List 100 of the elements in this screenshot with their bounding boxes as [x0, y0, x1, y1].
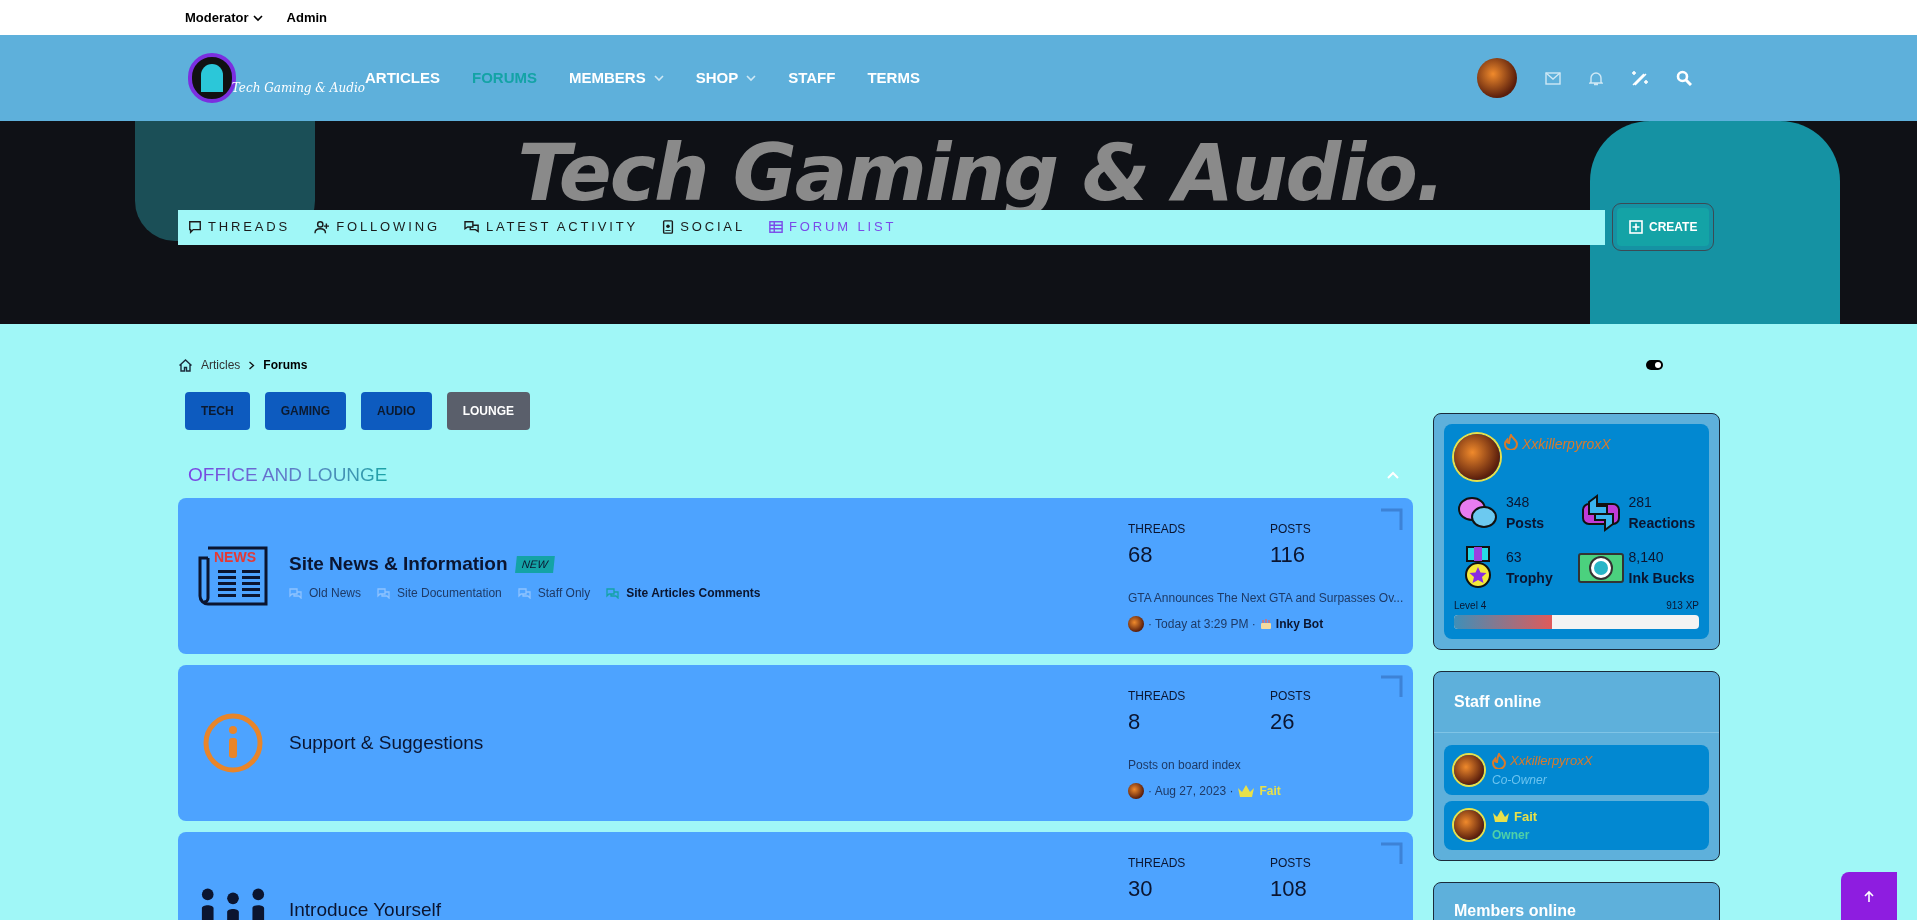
subforum-link[interactable]: Staff Only: [517, 584, 591, 603]
nav-tab[interactable]: SHOP: [695, 66, 757, 90]
nav-tab[interactable]: STAFF: [788, 66, 836, 90]
last-post-user[interactable]: Inky Bot: [1275, 615, 1324, 633]
sub-nav-tab[interactable]: FORUM LIST: [768, 217, 897, 237]
category-button[interactable]: GAMING: [264, 392, 346, 430]
crown-icon: [1492, 809, 1510, 824]
stat-label: Reactions: [1628, 514, 1696, 533]
stat-value: 108: [1270, 875, 1307, 903]
chevron-down-icon: [653, 73, 664, 83]
chevron-right-icon: [248, 360, 256, 370]
mail-icon[interactable]: [1545, 71, 1561, 85]
info-icon: [203, 713, 263, 773]
theme-toggle[interactable]: [1646, 360, 1663, 370]
comments-icon: [463, 220, 480, 234]
home-icon[interactable]: [178, 358, 193, 372]
subforum-link[interactable]: Old News: [289, 584, 361, 603]
stat-value: 30: [1128, 875, 1153, 903]
category-button[interactable]: TECH: [185, 392, 250, 430]
subforum-link[interactable]: Site Articles Comments: [606, 584, 761, 603]
flame-icon: [1492, 752, 1506, 769]
last-post-date: · Today at 3:29 PM ·: [1148, 616, 1256, 633]
category-button[interactable]: AUDIO: [361, 392, 432, 430]
user-plus-icon: [314, 220, 331, 234]
flame-icon: [1504, 434, 1518, 450]
subforum-link[interactable]: Site Documentation: [377, 584, 502, 603]
user-avatar: [1477, 58, 1517, 98]
nav-tab[interactable]: MEMBERS: [569, 66, 664, 90]
user-avatar: [1128, 616, 1144, 632]
chevron-up-icon[interactable]: [1387, 471, 1399, 479]
xp-label: 913 XP: [1666, 599, 1699, 613]
sub-nav-tab[interactable]: SOCIAL: [662, 217, 745, 237]
logo-text: Tech Gaming & Audio: [231, 81, 365, 97]
stat-label: POSTS: [1270, 688, 1311, 705]
panel-title: Members online: [1454, 901, 1577, 920]
last-post-title[interactable]: GTA Announces The Next GTA and Surpasses Ov...: [1128, 589, 1404, 607]
comments-icon: [377, 587, 391, 599]
new-badge: NEW: [514, 555, 555, 573]
staff-role: Owner: [1492, 827, 1531, 844]
stat-label: Posts: [1506, 514, 1545, 533]
corner-mark-icon: [1381, 508, 1403, 530]
stat-value: 26: [1270, 708, 1295, 736]
breadcrumb-link[interactable]: Forums: [263, 356, 308, 374]
table-icon: [768, 220, 783, 234]
magic-wand-icon[interactable]: [1631, 69, 1648, 87]
bell-icon[interactable]: [1589, 70, 1603, 86]
chat-bubbles-icon: [1457, 495, 1499, 531]
panel-title: Staff online: [1434, 672, 1719, 733]
stat-label: Ink Bucks: [1628, 569, 1695, 588]
breadcrumb-link[interactable]: Articles: [201, 356, 241, 374]
stat-label: POSTS: [1270, 521, 1311, 538]
staff-name: Fait: [1514, 807, 1538, 826]
chevron-down-icon: [746, 73, 757, 83]
sub-nav-tab[interactable]: LATEST ACTIVITY: [463, 217, 639, 237]
user-avatar: [1454, 754, 1484, 785]
staff-member-row[interactable]: Fait Owner: [1444, 800, 1709, 850]
corner-mark-icon: [1381, 842, 1403, 864]
nav-tab[interactable]: ARTICLES: [365, 66, 440, 90]
forum-title[interactable]: Support & Suggestions: [289, 728, 484, 758]
staff-name: XxkillerpyroxX: [1510, 752, 1593, 770]
top-bar-link[interactable]: Moderator: [185, 7, 263, 28]
crown-icon: [1237, 784, 1256, 798]
stat-value: 68: [1128, 541, 1153, 569]
sub-nav-tab[interactable]: FOLLOWING: [314, 217, 440, 237]
scroll-to-top-button[interactable]: [1841, 872, 1897, 920]
stat-label: THREADS: [1128, 688, 1186, 705]
stat-value: 8,140: [1628, 548, 1665, 567]
stat-label: Trophy: [1506, 569, 1553, 588]
medal-icon: [1463, 546, 1493, 590]
comments-icon: [289, 587, 303, 599]
stat-value: 281: [1628, 493, 1653, 512]
stat-value: 116: [1270, 541, 1306, 569]
top-bar-link[interactable]: Admin: [286, 7, 327, 28]
chevron-down-icon: [252, 12, 263, 23]
plus-square-icon: [1629, 220, 1643, 234]
comments-icon: [606, 587, 621, 599]
forum-title[interactable]: Introduce Yourself: [289, 895, 442, 920]
forum-title[interactable]: Site News & Information: [289, 549, 508, 579]
comments-icon: [517, 587, 532, 599]
corner-mark-icon: [1381, 675, 1403, 697]
id-badge-icon: [662, 220, 675, 234]
nav-tab[interactable]: TERMS: [867, 66, 920, 90]
stat-value: 63: [1506, 548, 1523, 567]
stat-value: 8: [1128, 708, 1141, 736]
comment-icon: [188, 220, 202, 234]
category-button[interactable]: LOUNGE: [446, 392, 531, 430]
user-avatar: [1454, 434, 1500, 480]
arrow-up-icon: [1863, 889, 1875, 903]
stat-label: THREADS: [1128, 855, 1186, 872]
last-post-title[interactable]: Posts on board index: [1128, 756, 1241, 774]
cake-icon: [1259, 618, 1272, 630]
stat-value: 348: [1506, 493, 1531, 512]
sub-nav-tab[interactable]: THREADS: [188, 217, 291, 237]
last-post-date: · Aug 27, 2023 ·: [1148, 783, 1234, 800]
user-avatar: [1128, 783, 1144, 799]
search-icon[interactable]: [1676, 70, 1692, 86]
staff-role: Co-Owner: [1492, 771, 1548, 789]
banner-title: Tech Gaming & Audio.: [517, 127, 1445, 220]
banknote-icon: [1577, 553, 1624, 583]
stat-label: POSTS: [1270, 855, 1311, 872]
